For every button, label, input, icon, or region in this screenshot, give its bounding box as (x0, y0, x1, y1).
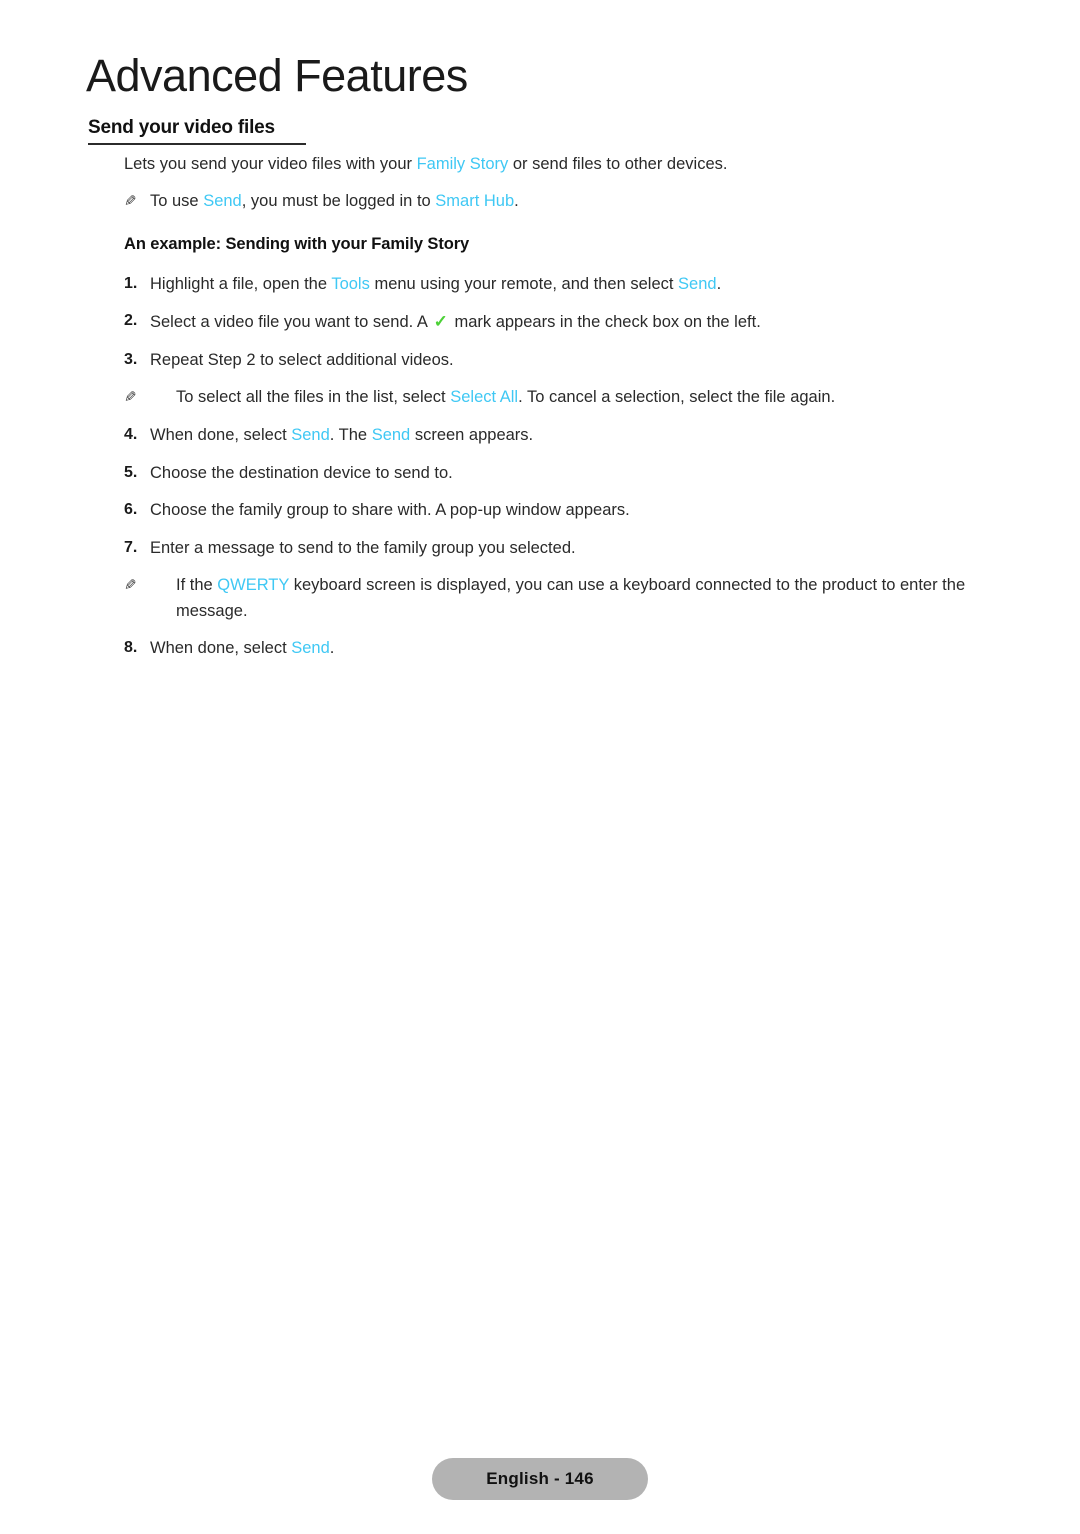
step-number: 6. (124, 501, 138, 519)
step4-link-send-2: Send (371, 425, 411, 444)
note-inner: ✎ If the QWERTY keyboard screen is displ… (124, 573, 1006, 624)
step4-text-3: screen appears. (410, 425, 534, 444)
intro-note: ✎ To use Send, you must be logged in to … (86, 189, 1006, 215)
pencil-icon: ✎ (124, 577, 137, 595)
step1-link-tools: Tools (331, 274, 370, 293)
step-number: 2. (124, 312, 138, 330)
step2-text-1: Select a video file you want to send. A (150, 313, 432, 332)
note-text: To select all the files in the list, sel… (150, 385, 1006, 411)
step1-link-send: Send (678, 274, 717, 293)
step-text: Repeat Step 2 to select additional video… (150, 350, 454, 369)
step-item-5: 5. Choose the destination device to send… (86, 461, 1006, 487)
pencil-icon: ✎ (124, 192, 137, 210)
step-item-2: 2. Select a video file you want to send.… (86, 309, 1006, 336)
step4-text-1: When done, select (150, 425, 292, 444)
page-footer: English - 146 (0, 1458, 1080, 1500)
step1-text-1: Highlight a file, open the (150, 274, 332, 293)
step-text: When done, select Send. (124, 636, 1006, 662)
step-item-3: 3. Repeat Step 2 to select additional vi… (86, 348, 1006, 374)
step-text: Choose the destination device to send to… (150, 463, 453, 482)
page-number-badge: English - 146 (432, 1458, 648, 1500)
pencil-icon: ✎ (124, 389, 137, 407)
step8-text-1: When done, select (150, 639, 292, 658)
step-number: 4. (124, 425, 138, 443)
step-text: Select a video file you want to send. A … (124, 309, 1006, 336)
intro-text-before: Lets you send your video files with your (124, 155, 417, 173)
section-divider (88, 143, 306, 145)
step-text: Enter a message to send to the family gr… (150, 538, 576, 557)
step-note-qwerty: ✎ If the QWERTY keyboard screen is displ… (86, 573, 1006, 624)
note-qwerty-text-1: If the (176, 576, 218, 595)
note-text-3: . (514, 191, 519, 210)
step-item-1: 1. Highlight a file, open the Tools menu… (86, 272, 1006, 298)
intro-paragraph: Lets you send your video files with your… (86, 152, 1006, 178)
step-number: 1. (124, 274, 138, 292)
note-inner: ✎ To select all the files in the list, s… (124, 385, 1006, 411)
step2-text-2: mark appears in the check box on the lef… (449, 313, 761, 332)
step-item-4: 4. When done, select Send. The Send scre… (86, 423, 1006, 449)
step-text: Highlight a file, open the Tools menu us… (124, 272, 1006, 298)
step1-text-3: . (716, 274, 722, 293)
section-heading-group: Send your video files (88, 117, 308, 145)
example-subheading: An example: Sending with your Family Sto… (124, 235, 470, 254)
step-item-6: 6. Choose the family group to share with… (86, 498, 1006, 524)
step-number: 3. (124, 350, 138, 368)
page-title: Advanced Features (86, 50, 468, 101)
step-number: 8. (124, 639, 138, 657)
section-heading: Send your video files (88, 117, 275, 138)
step-text: Choose the family group to share with. A… (150, 501, 630, 520)
checkmark-icon: ✓ (433, 312, 448, 332)
step-item-8: 8. When done, select Send. (86, 636, 1006, 662)
note-link-select-all: Select All (450, 388, 519, 407)
manual-page: Advanced Features Send your video files … (0, 0, 1080, 1534)
note-text: If the QWERTY keyboard screen is display… (150, 573, 1006, 624)
step-number: 5. (124, 463, 138, 481)
note-link-send: Send (203, 191, 242, 210)
step-number: 7. (124, 538, 138, 556)
intro-link-family-story: Family Story (416, 155, 509, 173)
intro-text-after: or send files to other devices. (508, 155, 728, 173)
page-content: Lets you send your video files with your… (86, 152, 1006, 674)
note-selectall-text-2: . To cancel a selection, select the file… (518, 388, 836, 407)
step8-link-send: Send (291, 639, 330, 658)
step-note-select-all: ✎ To select all the files in the list, s… (86, 385, 1006, 411)
note-text-1: To use (150, 191, 204, 210)
step1-text-2: menu using your remote, and then select (369, 274, 679, 293)
note-selectall-text-1: To select all the files in the list, sel… (176, 388, 451, 407)
note-link-smart-hub: Smart Hub (435, 191, 515, 210)
procedure-list: 1. Highlight a file, open the Tools menu… (86, 272, 1006, 662)
intro-note-text: To use Send, you must be logged in to Sm… (124, 189, 1006, 215)
step8-text-2: . (329, 639, 335, 658)
step-text: When done, select Send. The Send screen … (124, 423, 1006, 449)
step-item-7: 7. Enter a message to send to the family… (86, 536, 1006, 562)
note-qwerty-text-2: keyboard screen is displayed, you can us… (176, 576, 966, 620)
step4-link-send-1: Send (291, 425, 330, 444)
note-link-qwerty: QWERTY (217, 576, 290, 595)
note-text-2: , you must be logged in to (241, 191, 436, 210)
step4-text-2: . The (329, 425, 372, 444)
